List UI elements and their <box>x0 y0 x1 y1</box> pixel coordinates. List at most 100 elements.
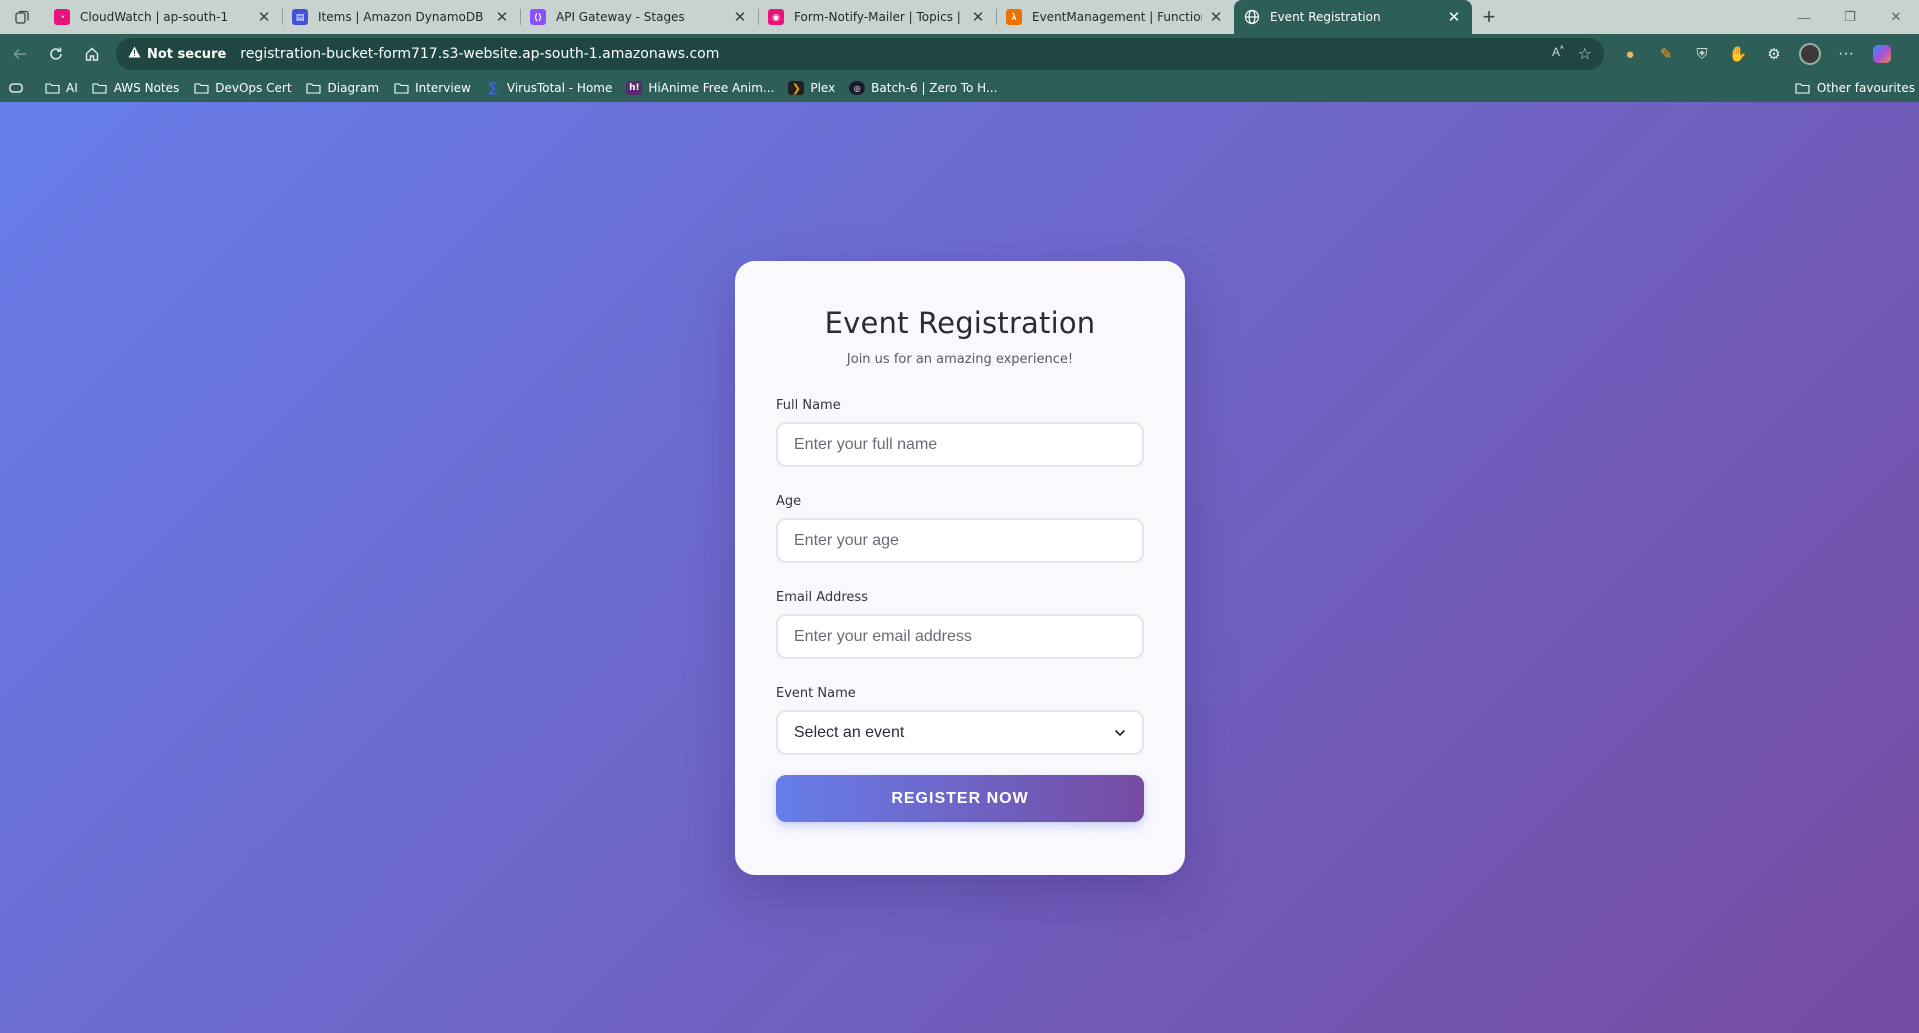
close-icon: ✕ <box>1890 9 1902 24</box>
bookmark-ai[interactable]: AI <box>44 81 78 95</box>
bookmark-hianime[interactable]: h! HiAnime Free Anim... <box>626 81 774 95</box>
workspaces-icon <box>15 10 29 24</box>
tab-event-registration[interactable]: Event Registration ✕ <box>1234 0 1472 34</box>
tab-strip: ◔ CloudWatch | ap-south-1 ✕ ▤ Items | Am… <box>0 0 1919 34</box>
address-bar[interactable]: Not secure registration-bucket-form717.s… <box>116 38 1604 70</box>
page-title: Event Registration <box>824 306 1096 340</box>
tab-title: API Gateway - Stages <box>556 10 685 24</box>
registration-card: Event Registration Join us for an amazin… <box>735 261 1185 875</box>
cloudwatch-icon: ◔ <box>54 9 70 25</box>
restore-icon: ❐ <box>1844 9 1856 24</box>
extension-button[interactable]: ⛨ <box>1684 38 1720 70</box>
submit-row: REGISTER NOW <box>776 775 1144 822</box>
api-gateway-icon: ⟨⟩ <box>530 9 546 25</box>
warning-icon <box>128 46 141 62</box>
full-name-input[interactable] <box>776 422 1144 467</box>
refresh-icon <box>50 47 62 60</box>
close-icon[interactable]: ✕ <box>1208 8 1224 26</box>
chevron-down-icon <box>1114 729 1126 736</box>
refresh-button[interactable] <box>38 38 74 70</box>
full-name-group: Full Name <box>776 398 1144 467</box>
dynamodb-icon: ▤ <box>292 9 308 25</box>
bookmark-aws-notes[interactable]: AWS Notes <box>92 81 180 95</box>
hianime-icon: h! <box>626 81 643 95</box>
age-group: Age <box>776 494 1144 563</box>
other-favourites[interactable]: Other favourites <box>1795 81 1915 95</box>
security-indicator[interactable]: Not secure <box>128 46 226 62</box>
more-menu-button[interactable]: ··· <box>1828 38 1864 70</box>
tab-title: Form-Notify-Mailer | Topics | Simple Not… <box>794 10 964 24</box>
bookmark-label: Plex <box>810 81 836 95</box>
plus-icon: + <box>1482 4 1496 29</box>
plex-icon: ❯ <box>788 81 805 95</box>
folder-icon <box>1795 81 1811 95</box>
read-aloud-icon[interactable]: Aᴬ <box>1552 44 1564 64</box>
virustotal-icon: ∑ <box>488 80 498 96</box>
bookmark-label: Batch-6 | Zero To H... <box>871 81 998 95</box>
pencil-extension-icon: ✎ <box>1659 46 1673 63</box>
tab-actions-button[interactable] <box>0 0 44 34</box>
age-label: Age <box>776 494 802 509</box>
more-icon: ··· <box>1838 45 1854 62</box>
tab-dynamodb[interactable]: ▤ Items | Amazon DynamoDB Management Con… <box>282 0 520 34</box>
extensions-bar: ● ✎ ⛨ ✋ ⚙ ··· <box>1612 38 1900 70</box>
sns-icon: ◉ <box>768 9 784 25</box>
email-input[interactable] <box>776 614 1144 659</box>
tab-sns[interactable]: ◉ Form-Notify-Mailer | Topics | Simple N… <box>758 0 996 34</box>
new-tab-button[interactable]: + <box>1472 0 1506 34</box>
restore-button[interactable]: ❐ <box>1827 0 1873 34</box>
minimize-button[interactable]: — <box>1781 0 1827 34</box>
extension-button[interactable]: ● <box>1612 38 1648 70</box>
bookmarks-bar: AI AWS Notes DevOps Cert Diagram Intervi… <box>0 74 1919 102</box>
bookmark-virustotal[interactable]: ∑ VirusTotal - Home <box>485 80 612 96</box>
bookmark-devops-cert[interactable]: DevOps Cert <box>193 81 292 95</box>
bookmark-label: DevOps Cert <box>215 81 292 95</box>
event-selected-value: Select an event <box>794 723 905 741</box>
folder-icon <box>44 81 60 95</box>
browser-toolbar: Not secure registration-bucket-form717.s… <box>0 34 1919 74</box>
close-icon[interactable]: ✕ <box>1446 8 1462 26</box>
tab-api-gateway[interactable]: ⟨⟩ API Gateway - Stages ✕ <box>520 0 758 34</box>
email-group: Email Address <box>776 590 1144 659</box>
folder-icon <box>193 81 209 95</box>
bookmark-diagram[interactable]: Diagram <box>306 81 379 95</box>
event-group: Event Name Select an event <box>776 686 1144 755</box>
other-favourites-label: Other favourites <box>1816 81 1915 95</box>
close-icon[interactable]: ✕ <box>256 8 272 26</box>
bookmark-label: HiAnime Free Anim... <box>648 81 775 95</box>
cookie-extension-icon: ● <box>1625 45 1635 63</box>
close-window-button[interactable]: ✕ <box>1873 0 1919 34</box>
home-icon <box>85 47 99 61</box>
age-input[interactable] <box>776 518 1144 563</box>
copilot-button[interactable] <box>1864 38 1900 70</box>
lambda-icon: λ <box>1006 9 1022 25</box>
tab-lambda[interactable]: λ EventManagement | Functions | Lambda ✕ <box>996 0 1234 34</box>
extensions-button[interactable]: ⚙ <box>1756 38 1792 70</box>
back-button[interactable] <box>2 38 38 70</box>
url-text[interactable]: registration-bucket-form717.s3-website.a… <box>240 46 719 62</box>
back-arrow-icon <box>13 48 26 60</box>
bookmark-batch6[interactable]: ◎ Batch-6 | Zero To H... <box>849 81 997 95</box>
tab-search-button[interactable] <box>8 81 30 95</box>
close-icon[interactable]: ✕ <box>970 8 986 26</box>
tab-cloudwatch[interactable]: ◔ CloudWatch | ap-south-1 ✕ <box>44 0 282 34</box>
extension-button[interactable]: ✋ <box>1720 38 1756 70</box>
bookmark-interview[interactable]: Interview <box>393 81 471 95</box>
close-icon[interactable]: ✕ <box>494 8 510 26</box>
shield-icon: ⛨ <box>1696 45 1708 63</box>
collections-icon <box>8 81 24 95</box>
extension-button[interactable]: ✎ <box>1648 38 1684 70</box>
profile-button[interactable] <box>1792 38 1828 70</box>
avatar <box>1799 43 1821 65</box>
tab-title: EventManagement | Functions | Lambda <box>1032 10 1202 24</box>
email-label: Email Address <box>776 590 868 605</box>
tab-title: Items | Amazon DynamoDB Management Conso… <box>318 10 488 24</box>
register-button[interactable]: REGISTER NOW <box>776 775 1144 822</box>
bookmark-label: AWS Notes <box>113 81 180 95</box>
home-button[interactable] <box>74 38 110 70</box>
event-select[interactable]: Select an event <box>776 710 1144 755</box>
bookmark-plex[interactable]: ❯ Plex <box>788 81 835 95</box>
copilot-icon <box>1873 45 1891 63</box>
favorite-star-icon[interactable]: ☆ <box>1578 44 1592 64</box>
close-icon[interactable]: ✕ <box>732 8 748 26</box>
